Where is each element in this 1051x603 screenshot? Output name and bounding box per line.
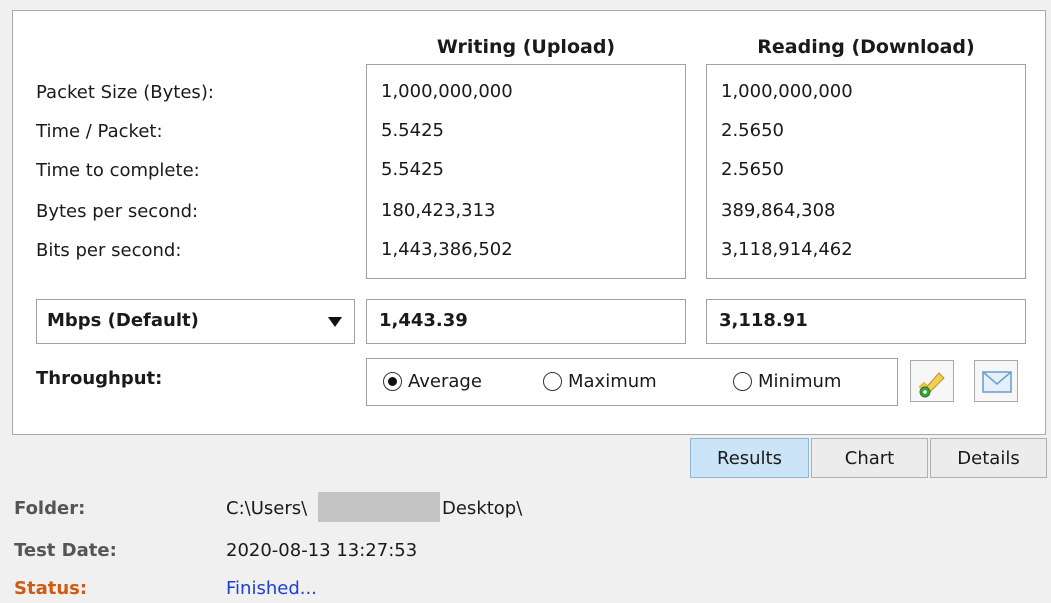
radio-button-icon[interactable] [543, 372, 562, 391]
reading-values-box: 1,000,000,000 2.5650 2.5650 389,864,308 … [706, 64, 1026, 279]
time-to-complete-label: Time to complete: [36, 160, 200, 181]
throughput-label: Throughput: [36, 368, 163, 389]
status-value: Finished... [226, 578, 317, 599]
writing-time-per-packet: 5.5425 [381, 120, 444, 141]
tab-details[interactable]: Details [930, 438, 1047, 478]
writing-bits-per-second: 1,443,386,502 [381, 239, 513, 260]
envelope-icon [982, 371, 1012, 393]
radio-average[interactable]: Average [383, 371, 482, 392]
writing-packet-size: 1,000,000,000 [381, 81, 513, 102]
writing-values-box: 1,000,000,000 5.5425 5.5425 180,423,313 … [366, 64, 686, 279]
dropdown-arrow-icon [328, 317, 342, 327]
status-label: Status: [14, 578, 88, 599]
folder-path-suffix: Desktop\ [442, 498, 523, 519]
tab-chart[interactable]: Chart [811, 438, 928, 478]
unit-select-value: Mbps (Default) [47, 310, 199, 331]
edit-button[interactable] [910, 360, 954, 402]
bits-per-second-label: Bits per second: [36, 240, 182, 261]
email-button[interactable] [974, 360, 1018, 402]
radio-button-icon[interactable] [383, 372, 402, 391]
folder-label: Folder: [14, 498, 86, 519]
test-date-label: Test Date: [14, 540, 117, 561]
writing-header: Writing (Upload) [436, 36, 616, 58]
reading-result-field: 3,118.91 [706, 299, 1026, 344]
writing-result-value: 1,443.39 [379, 310, 468, 331]
radio-minimum[interactable]: Minimum [733, 371, 841, 392]
radio-button-icon[interactable] [733, 372, 752, 391]
reading-time-to-complete: 2.5650 [721, 159, 784, 180]
reading-bits-per-second: 3,118,914,462 [721, 239, 853, 260]
writing-bytes-per-second: 180,423,313 [381, 200, 496, 221]
reading-result-value: 3,118.91 [719, 310, 808, 331]
time-per-packet-label: Time / Packet: [36, 121, 163, 142]
radio-maximum-label: Maximum [568, 371, 657, 392]
pencil-add-icon [918, 372, 945, 398]
tab-results[interactable]: Results [690, 438, 809, 478]
reading-time-per-packet: 2.5650 [721, 120, 784, 141]
bytes-per-second-label: Bytes per second: [36, 201, 199, 222]
test-date-value: 2020-08-13 13:27:53 [226, 540, 418, 561]
reading-bytes-per-second: 389,864,308 [721, 200, 836, 221]
redacted-username [318, 492, 440, 522]
radio-minimum-label: Minimum [758, 371, 842, 392]
radio-maximum[interactable]: Maximum [543, 371, 657, 392]
reading-header: Reading (Download) [757, 36, 975, 58]
writing-time-to-complete: 5.5425 [381, 159, 444, 180]
throughput-radio-group: Average Maximum Minimum [366, 358, 898, 406]
folder-path-prefix: C:\Users\ [226, 498, 308, 519]
radio-average-label: Average [408, 371, 482, 392]
unit-select[interactable]: Mbps (Default) [36, 299, 355, 344]
reading-packet-size: 1,000,000,000 [721, 81, 853, 102]
writing-result-field: 1,443.39 [366, 299, 686, 344]
packet-size-label: Packet Size (Bytes): [36, 82, 214, 103]
